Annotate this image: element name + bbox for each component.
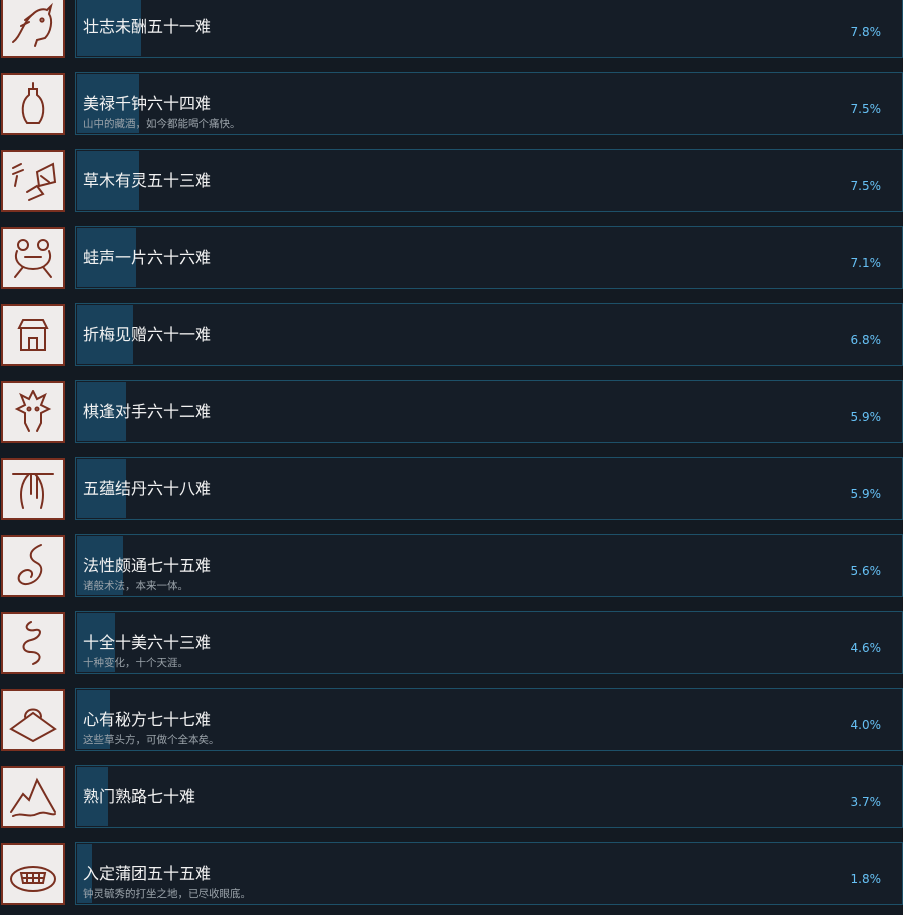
achievement-title: 五蕴结丹六十八难 <box>83 479 212 498</box>
achievement-title: 棋逢对手六十二难 <box>83 402 212 421</box>
unlock-percent: 6.8% <box>850 333 882 347</box>
achievement-title: 美禄千钟六十四难 <box>83 94 212 113</box>
swirl-icon <box>1 535 65 597</box>
achievement-title: 十全十美六十三难 <box>83 633 212 652</box>
achievement-row[interactable]: 法性颇通七十五难 诸般术法，本来一体。 5.6% <box>0 534 903 597</box>
progress-bar <box>75 765 903 828</box>
achievement-title: 折梅见赠六十一难 <box>83 325 212 344</box>
unlock-percent: 4.6% <box>850 641 882 655</box>
unlock-percent: 4.0% <box>850 718 882 732</box>
achievement-row[interactable]: 入定蒲团五十五难 钟灵毓秀的打坐之地，已尽收眼底。 1.8% <box>0 842 903 905</box>
achievement-row[interactable]: 心有秘方七十七难 这些草头方，可做个全本矣。 4.0% <box>0 688 903 751</box>
achievement-title: 壮志未酬五十一难 <box>83 17 212 36</box>
unlock-percent: 7.8% <box>850 25 882 39</box>
plant-sketch-icon <box>1 150 65 212</box>
horse-head-icon <box>1 0 65 58</box>
unlock-percent: 5.6% <box>850 564 882 578</box>
achievement-row[interactable]: 美禄千钟六十四难 山中的藏酒，如今都能喝个痛快。 7.5% <box>0 72 903 135</box>
frog-icon <box>1 227 65 289</box>
achievement-row[interactable]: 蛙声一片六十六难 7.1% <box>0 226 903 289</box>
unlock-percent: 1.8% <box>850 872 882 886</box>
demon-mask-icon <box>1 381 65 443</box>
mountain-icon <box>1 766 65 828</box>
achievement-row[interactable]: 熟门熟路七十难 3.7% <box>0 765 903 828</box>
achievement-row[interactable]: 壮志未酬五十一难 7.8% <box>0 0 903 58</box>
braid-icon <box>1 458 65 520</box>
achievement-row[interactable]: 棋逢对手六十二难 5.9% <box>0 380 903 443</box>
achievement-row[interactable]: 十全十美六十三难 十种变化，十个天涯。 4.6% <box>0 611 903 674</box>
achievement-row[interactable]: 折梅见赠六十一难 6.8% <box>0 303 903 366</box>
achievement-description: 诸般术法，本来一体。 <box>83 580 188 592</box>
achievement-description: 钟灵毓秀的打坐之地，已尽收眼底。 <box>83 888 251 900</box>
unlock-percent: 7.5% <box>850 102 882 116</box>
achievement-title: 熟门熟路七十难 <box>83 787 196 806</box>
achievement-title: 蛙声一片六十六难 <box>83 248 212 267</box>
smoke-icon <box>1 612 65 674</box>
wine-vase-icon <box>1 73 65 135</box>
house-icon <box>1 304 65 366</box>
unlock-percent: 5.9% <box>850 410 882 424</box>
achievement-title: 草木有灵五十三难 <box>83 171 212 190</box>
achievement-description: 十种变化，十个天涯。 <box>83 657 188 669</box>
unlock-percent: 3.7% <box>850 795 882 809</box>
achievement-row[interactable]: 五蕴结丹六十八难 5.9% <box>0 457 903 520</box>
unlock-percent: 7.1% <box>850 256 882 270</box>
achievement-description: 这些草头方，可做个全本矣。 <box>83 734 220 746</box>
achievement-title: 法性颇通七十五难 <box>83 556 212 575</box>
unlock-percent: 5.9% <box>850 487 882 501</box>
achievement-title: 入定蒲团五十五难 <box>83 864 212 883</box>
achievement-description: 山中的藏酒，如今都能喝个痛快。 <box>83 118 241 130</box>
meditation-cushion-icon <box>1 843 65 905</box>
unlock-percent: 7.5% <box>850 179 882 193</box>
achievement-title: 心有秘方七十七难 <box>83 710 212 729</box>
recipe-cloth-icon <box>1 689 65 751</box>
achievement-row[interactable]: 草木有灵五十三难 7.5% <box>0 149 903 212</box>
